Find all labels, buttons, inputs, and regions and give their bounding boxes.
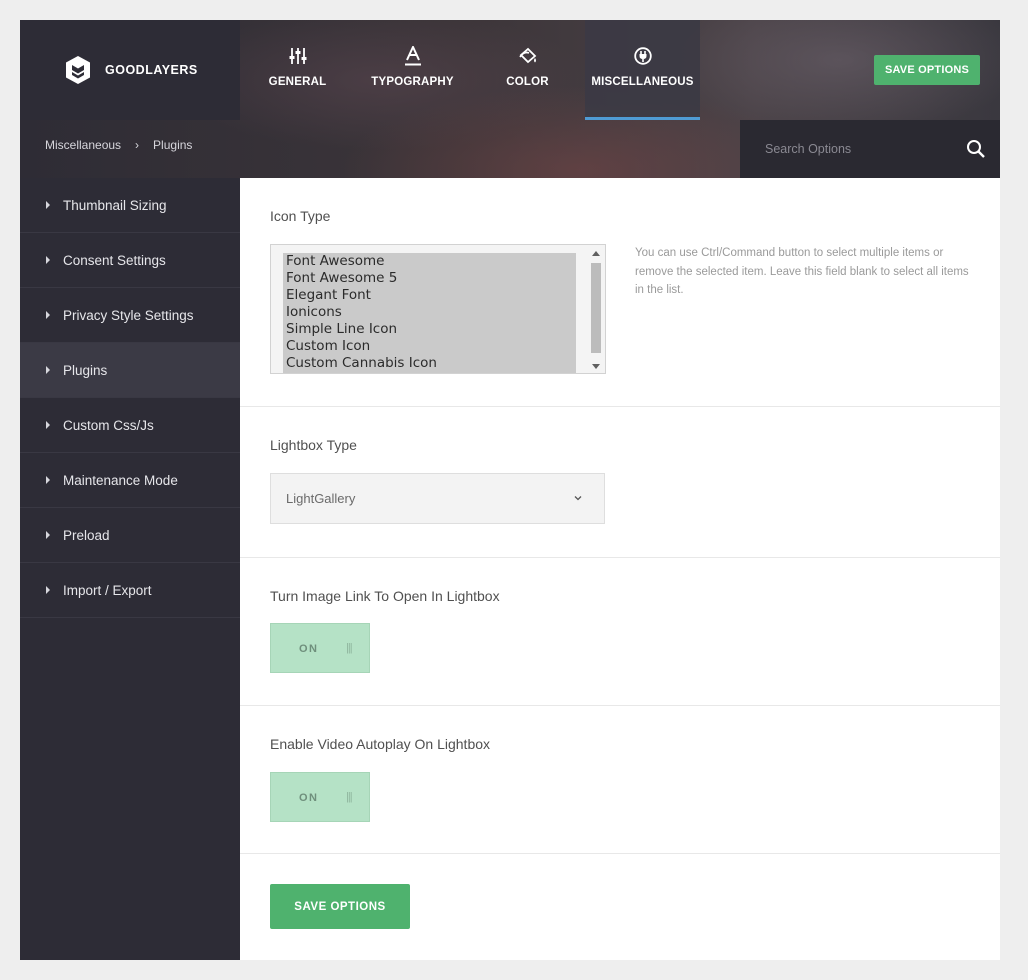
lightbox-type-value: LightGallery <box>286 491 356 506</box>
icon-type-title: Icon Type <box>270 208 331 224</box>
sidebar-item-label: Plugins <box>63 362 108 378</box>
sidebar-item-plugins[interactable]: Plugins <box>20 343 240 398</box>
breadcrumb: Miscellaneous › Plugins <box>45 120 192 170</box>
icon-type-option[interactable]: Custom Icon <box>283 338 576 355</box>
tab-typography-label: TYPOGRAPHY <box>371 76 454 88</box>
logo: GOODLAYERS <box>20 20 240 120</box>
icon-type-options: Font Awesome Font Awesome 5 Elegant Font… <box>283 253 576 373</box>
image-link-title: Turn Image Link To Open In Lightbox <box>270 588 500 604</box>
search-box <box>740 120 1000 178</box>
tab-general-label: GENERAL <box>268 76 327 88</box>
toggle-state-label: ON <box>299 643 319 655</box>
save-options-button-bottom[interactable]: SAVE OPTIONS <box>270 884 410 929</box>
header: GOODLAYERS GENERAL TYPOGRAPHY COLOR MISC… <box>20 20 1000 178</box>
goodlayers-logo-icon <box>66 56 90 84</box>
icon-type-option[interactable]: Ionicons <box>283 304 576 321</box>
caret-right-icon <box>46 586 50 594</box>
icon-type-option[interactable]: Custom Cannabis Icon <box>283 355 576 372</box>
lightbox-type-title: Lightbox Type <box>270 437 357 453</box>
sidebar: Thumbnail Sizing Consent Settings Privac… <box>20 178 240 960</box>
tab-miscellaneous[interactable]: MISCELLANEOUS <box>585 20 700 120</box>
video-autoplay-title: Enable Video Autoplay On Lightbox <box>270 736 491 752</box>
search-icon[interactable] <box>966 139 986 159</box>
listbox-scrollbar[interactable] <box>590 249 602 371</box>
sidebar-item-label: Preload <box>63 527 110 543</box>
save-options-button-top[interactable]: SAVE OPTIONS <box>874 55 980 85</box>
sidebar-item-custom-css-js[interactable]: Custom Css/Js <box>20 398 240 453</box>
toggle-grip-icon: ||| <box>346 642 353 654</box>
tab-miscellaneous-label: MISCELLANEOUS <box>591 76 694 88</box>
main-tabs: GENERAL TYPOGRAPHY COLOR MISCELLANEOUS <box>240 20 700 120</box>
section-icon-type: Icon Type Font Awesome Font Awesome 5 El… <box>240 178 1000 407</box>
tab-general[interactable]: GENERAL <box>240 20 355 120</box>
sidebar-item-label: Thumbnail Sizing <box>63 197 167 213</box>
breadcrumb-parent[interactable]: Miscellaneous <box>45 138 121 152</box>
tab-color-label: COLOR <box>506 76 549 88</box>
sidebar-item-label: Custom Css/Js <box>63 417 154 433</box>
tab-typography[interactable]: TYPOGRAPHY <box>355 20 470 120</box>
sidebar-item-privacy-style-settings[interactable]: Privacy Style Settings <box>20 288 240 343</box>
caret-right-icon <box>46 366 50 374</box>
caret-right-icon <box>46 201 50 209</box>
paint-bucket-icon <box>518 46 538 66</box>
sidebar-item-label: Consent Settings <box>63 252 166 268</box>
breadcrumb-current: Plugins <box>153 138 193 152</box>
breadcrumb-separator: › <box>135 138 140 152</box>
icon-type-option[interactable]: Font Awesome 5 <box>283 270 576 287</box>
sidebar-item-label: Import / Export <box>63 582 152 598</box>
toggle-state-label: ON <box>299 792 319 804</box>
scrollbar-thumb[interactable] <box>591 263 601 353</box>
sidebar-item-maintenance-mode[interactable]: Maintenance Mode <box>20 453 240 508</box>
tab-color[interactable]: COLOR <box>470 20 585 120</box>
caret-right-icon <box>46 531 50 539</box>
search-input[interactable] <box>740 120 950 178</box>
icon-type-hint: You can use Ctrl/Command button to selec… <box>635 247 969 296</box>
main-content: Icon Type Font Awesome Font Awesome 5 El… <box>240 178 1000 960</box>
typography-icon <box>403 46 423 66</box>
sidebar-item-consent-settings[interactable]: Consent Settings <box>20 233 240 288</box>
caret-right-icon <box>46 256 50 264</box>
section-video-autoplay: Enable Video Autoplay On Lightbox ON ||| <box>240 706 1000 854</box>
video-autoplay-toggle[interactable]: ON ||| <box>270 772 370 822</box>
caret-right-icon <box>46 311 50 319</box>
plug-icon <box>633 46 653 66</box>
image-link-toggle[interactable]: ON ||| <box>270 623 370 673</box>
caret-right-icon <box>46 421 50 429</box>
icon-type-multiselect[interactable]: Font Awesome Font Awesome 5 Elegant Font… <box>270 244 606 374</box>
sliders-icon <box>288 46 308 66</box>
toggle-grip-icon: ||| <box>346 791 353 803</box>
options-panel: GOODLAYERS GENERAL TYPOGRAPHY COLOR MISC… <box>20 20 1000 960</box>
sidebar-item-import-export[interactable]: Import / Export <box>20 563 240 618</box>
icon-type-option[interactable]: Elegant Font <box>283 287 576 304</box>
chevron-down-icon <box>574 496 582 501</box>
icon-type-option[interactable]: Font Awesome <box>283 253 576 270</box>
sidebar-item-label: Privacy Style Settings <box>63 307 194 323</box>
sidebar-item-label: Maintenance Mode <box>63 472 178 488</box>
lightbox-type-select[interactable]: LightGallery <box>270 473 605 524</box>
sub-bar: Miscellaneous › Plugins <box>20 120 1000 178</box>
scroll-up-arrow-icon[interactable] <box>592 251 600 256</box>
brand-name: GOODLAYERS <box>105 63 198 77</box>
icon-type-option[interactable]: Simple Line Icon <box>283 321 576 338</box>
caret-right-icon <box>46 476 50 484</box>
sidebar-item-thumbnail-sizing[interactable]: Thumbnail Sizing <box>20 178 240 233</box>
section-image-link-lightbox: Turn Image Link To Open In Lightbox ON |… <box>240 558 1000 706</box>
scroll-down-arrow-icon[interactable] <box>592 364 600 369</box>
sidebar-item-preload[interactable]: Preload <box>20 508 240 563</box>
